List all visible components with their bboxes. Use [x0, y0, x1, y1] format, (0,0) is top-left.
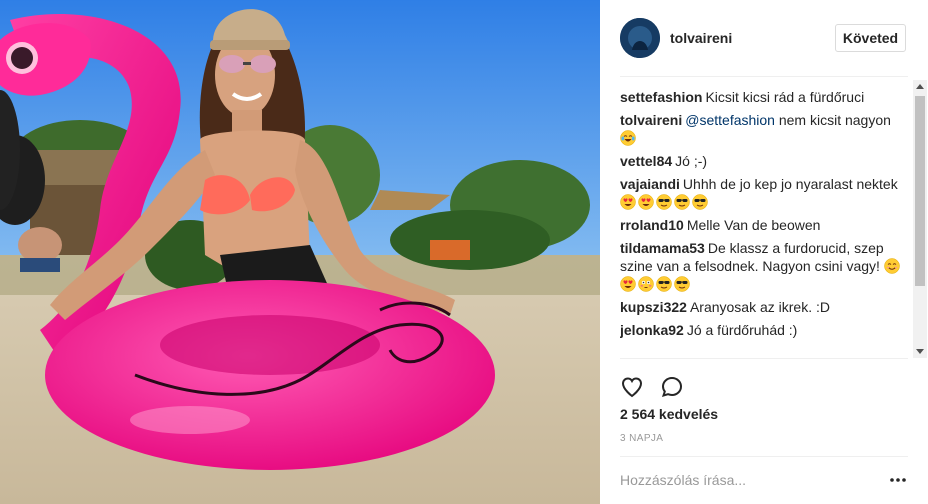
sunglasses-emoji-icon — [674, 276, 690, 292]
comment-username[interactable]: settefashion — [620, 89, 702, 105]
post-sidebar: tolvaireni Követed settefashion Kicsit ki… — [600, 0, 928, 504]
add-comment-section — [620, 456, 908, 504]
comment-item: vajaiandi Uhhh de jo kep jo nyaralast nek… — [620, 175, 908, 211]
scroll-up-arrow-icon[interactable] — [913, 80, 927, 94]
comment-mention-link[interactable]: @settefashion — [685, 112, 775, 128]
sunglasses-emoji-icon — [656, 194, 672, 210]
photo-woman-with-pink-flamingo-float — [0, 0, 600, 504]
sunglasses-emoji-icon — [674, 194, 690, 210]
comment-text: Jó ;-) — [675, 153, 708, 169]
comment-item: kupszi322 Aranyosak az ikrek. :D — [620, 298, 908, 316]
comment-text: Uhhh de jo kep jo nyaralast nektek — [682, 176, 898, 192]
smiling-emoji-icon — [884, 258, 900, 274]
sunglasses-emoji-icon — [656, 276, 672, 292]
post-timestamp[interactable]: 3 NAPJA — [620, 433, 663, 444]
flushed-emoji-icon — [638, 276, 654, 292]
comment-item: tolvaireni @settefashion nem kicsit nagyo… — [620, 111, 908, 147]
comment-item: settefashion Kicsit kicsi rád a fürdőruci — [620, 88, 908, 106]
tears-of-joy-emoji-icon — [620, 130, 636, 146]
following-button[interactable]: Követed — [835, 24, 906, 52]
scroll-down-arrow-icon[interactable] — [913, 344, 927, 358]
comment-icon[interactable] — [660, 375, 684, 399]
comment-username[interactable]: rroland10 — [620, 217, 684, 233]
comment-item: tildamama53 De klassz a furdorucid, szep … — [620, 239, 908, 293]
comment-item: jelonka92 Jó a fürdőruhád :) — [620, 321, 908, 339]
scroll-thumb[interactable] — [915, 96, 925, 286]
comment-item: rroland10 Melle Van de beowen — [620, 216, 908, 234]
comment-text: nem kicsit nagyon — [774, 112, 891, 128]
comment-username[interactable]: vettel84 — [620, 153, 672, 169]
comment-text: Jó a fürdőruhád :) — [686, 322, 798, 338]
comment-username[interactable]: tolvaireni — [620, 112, 682, 128]
heart-eyes-emoji-icon — [638, 194, 654, 210]
comments-scrollbar[interactable] — [913, 80, 927, 358]
post-actions: 2 564 kedvelés 3 NAPJA — [620, 358, 908, 458]
comment-text: Melle Van de beowen — [686, 217, 821, 233]
more-options-icon[interactable] — [888, 470, 908, 490]
post-photo[interactable] — [0, 0, 600, 504]
heart-icon[interactable] — [620, 375, 644, 399]
comment-item: vettel84 Jó ;-) — [620, 152, 908, 170]
post-author-username[interactable]: tolvaireni — [670, 30, 732, 46]
comment-text: Kicsit kicsi rád a fürdőruci — [705, 89, 865, 105]
comment-username[interactable]: kupszi322 — [620, 299, 687, 315]
heart-eyes-emoji-icon — [620, 276, 636, 292]
comment-list[interactable]: settefashion Kicsit kicsi rád a fürdőruci… — [620, 88, 908, 358]
comment-username[interactable]: tildamama53 — [620, 240, 705, 256]
post-header: tolvaireni Követed — [620, 0, 908, 77]
likes-count[interactable]: 2 564 kedvelés — [620, 406, 718, 422]
sunglasses-emoji-icon — [692, 194, 708, 210]
comment-text: Aranyosak az ikrek. :D — [689, 299, 830, 315]
avatar[interactable] — [620, 18, 660, 58]
heart-eyes-emoji-icon — [620, 194, 636, 210]
comment-input[interactable] — [620, 457, 880, 503]
comment-username[interactable]: jelonka92 — [620, 322, 684, 338]
comment-username[interactable]: vajaiandi — [620, 176, 680, 192]
